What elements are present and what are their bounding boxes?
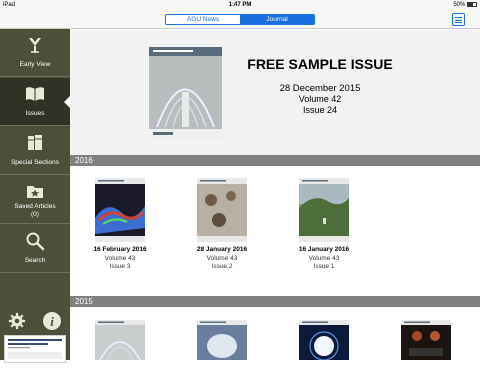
sidebar-item-label: Issues (25, 110, 45, 117)
status-bar: iPad 1:47 PM 50% (0, 0, 480, 10)
issue-date: 28 January 2016 (196, 246, 248, 253)
issue-cover (299, 178, 349, 242)
featured-issue-cover[interactable] (149, 47, 222, 139)
sidebar-item-search[interactable]: Search (0, 225, 70, 273)
star-folder-icon (27, 186, 43, 198)
featured-title: FREE SAMPLE ISSUE (247, 56, 393, 72)
info-icon[interactable]: i (42, 311, 62, 331)
issues-list[interactable]: FREE SAMPLE ISSUE 28 December 2015 Volum… (70, 30, 480, 360)
issue-number: Issue 3 (109, 263, 131, 270)
source-segmented-control: AGU News Journal (165, 14, 315, 25)
issue-card[interactable]: 16 February 2016 Volume 43 Issue 3 (89, 178, 151, 273)
magnifier-icon (26, 232, 45, 251)
issue-cover[interactable] (95, 320, 145, 360)
svg-text:i: i (50, 314, 54, 329)
sidebar-item-saved-articles[interactable]: Saved Articles (0) (0, 176, 70, 224)
year-header-2015: 2015 (70, 296, 480, 307)
issue-cover[interactable] (401, 320, 451, 360)
featured-issue-number: Issue 24 (302, 105, 338, 115)
gear-icon[interactable] (8, 312, 26, 330)
journal-logo-card (4, 335, 66, 363)
sidebar-item-early-view[interactable]: Early View (0, 29, 70, 77)
tab-journal[interactable]: Journal (240, 15, 314, 24)
sidebar-item-label: Search (24, 257, 46, 264)
sidebar: Early View Issues Special Sections Saved… (0, 29, 70, 382)
issue-number: Issue 1 (313, 263, 335, 270)
clock: 1:47 PM (228, 2, 252, 8)
sidebar-item-label: Saved Articles (14, 203, 56, 210)
year-header-2016: 2016 (70, 155, 480, 166)
issue-card[interactable]: 16 January 2016 Volume 43 Issue 1 (293, 178, 355, 273)
issue-cover (95, 178, 145, 242)
menu-icon[interactable] (452, 13, 465, 26)
featured-issue[interactable]: FREE SAMPLE ISSUE 28 December 2015 Volum… (70, 30, 480, 155)
featured-volume: Volume 42 (298, 94, 342, 104)
issue-volume: Volume 43 (104, 255, 136, 262)
issue-volume: Volume 43 (206, 255, 238, 262)
issue-date: 16 February 2016 (93, 246, 147, 253)
journal-logo-image (8, 339, 62, 359)
issue-date: 16 January 2016 (298, 246, 350, 253)
battery-icon (467, 2, 477, 7)
featured-date: 28 December 2015 (279, 83, 361, 94)
tab-agu-news[interactable]: AGU News (166, 15, 240, 24)
top-toolbar: AGU News Journal (0, 10, 480, 29)
book-icon (26, 87, 44, 101)
issue-number: Issue 2 (211, 263, 233, 270)
books-icon (28, 135, 42, 150)
issue-card[interactable]: 28 January 2016 Volume 43 Issue 2 (191, 178, 253, 273)
battery-indicator: 50% (453, 2, 477, 8)
issue-cover (197, 178, 247, 242)
sidebar-item-issues[interactable]: Issues (0, 78, 70, 126)
sidebar-item-label: Early View (19, 61, 51, 68)
agu-globe-icon (6, 370, 18, 382)
sidebar-tools: i (0, 310, 70, 334)
agu-logo-text: AGU (20, 370, 45, 382)
issue-cover[interactable] (197, 320, 247, 360)
issue-volume: Volume 43 (308, 255, 340, 262)
saved-count: (0) (31, 211, 39, 218)
agu-logo: AGU (4, 370, 66, 387)
battery-percent: 50% (453, 2, 466, 9)
sidebar-item-label: Special Sections (10, 159, 60, 166)
sidebar-item-special-sections[interactable]: Special Sections (0, 127, 70, 175)
early-view-icon (29, 38, 41, 53)
issue-cover[interactable] (299, 320, 349, 360)
